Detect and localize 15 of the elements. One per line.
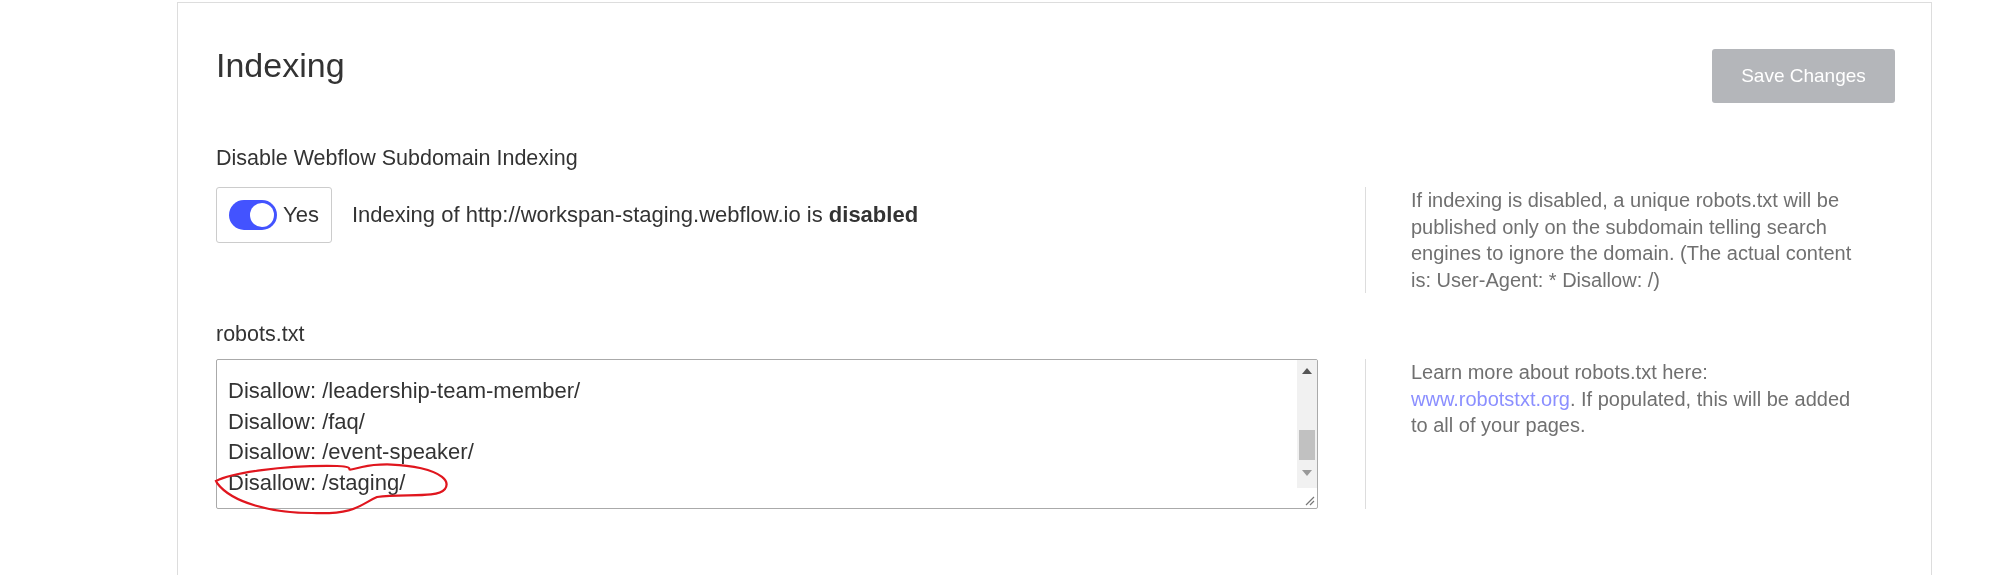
field-label: robots.txt — [216, 321, 306, 347]
scroll-up-icon[interactable] — [1302, 368, 1312, 374]
robots-textarea[interactable]: Disallow: /leadership-team-member/ Disallow: /faq/ Disallow: /event-speaker/ Disallow: /staging/ — [216, 359, 1318, 509]
section-title: Indexing — [216, 47, 345, 83]
scrollbar-thumb[interactable] — [1299, 430, 1315, 460]
toggle-switch[interactable]: Yes — [216, 187, 332, 243]
help-text: Learn more about robots.txt here: www.robotstxt.org. If populated, this will be added to all of your pages. — [1365, 359, 1856, 509]
scrollbar[interactable] — [1297, 360, 1317, 488]
switch-track[interactable] — [229, 200, 277, 230]
resize-grip-icon[interactable] — [1303, 494, 1315, 506]
status-text: Indexing of http://workspan-staging.webflow.io is disabled — [351, 202, 919, 228]
toggle-label: Yes — [283, 202, 319, 228]
field-label: Disable Webflow Subdomain Indexing — [216, 145, 579, 171]
scroll-down-icon[interactable] — [1302, 470, 1312, 476]
help-text: If indexing is disabled, a unique robots.txt will be published only on the subdomain telling search engines to ignore the domain. (The actual content is: User-Agent: * Disallow: /) — [1365, 187, 1856, 293]
